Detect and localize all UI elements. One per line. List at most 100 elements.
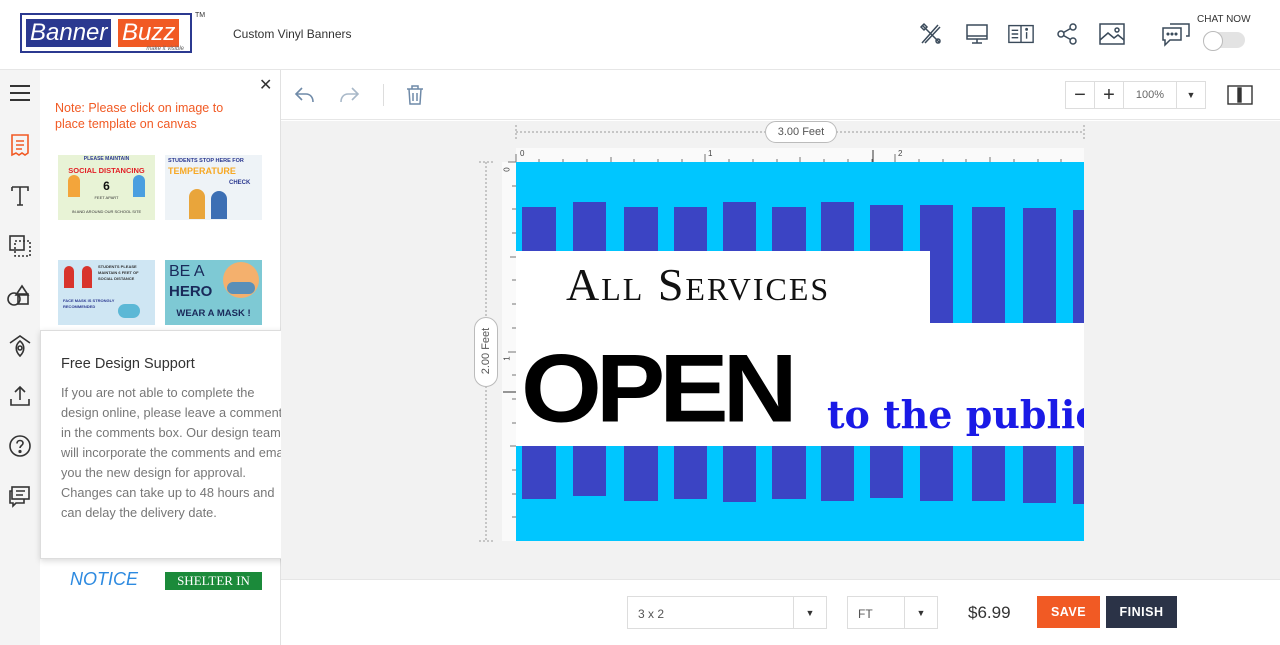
mask-shape: [227, 282, 255, 294]
design-support-popup: Free Design Support ✕ If you are not abl…: [40, 330, 310, 559]
comments-icon[interactable]: [6, 482, 34, 510]
template-thumb-social-distancing[interactable]: PLEASE MAINTAIN SOCIAL DISTANCING 6 FEET…: [58, 155, 155, 220]
unit-select[interactable]: FT ▼: [847, 596, 938, 629]
template-icon[interactable]: [6, 131, 34, 159]
figure-shape: [189, 189, 205, 219]
brand-logo[interactable]: Banner Buzz make it visible: [20, 13, 192, 53]
decor-bar: [624, 446, 658, 501]
share-icon[interactable]: [1053, 20, 1081, 48]
finish-button[interactable]: FINISH: [1106, 596, 1177, 628]
close-icon[interactable]: ✕: [259, 77, 272, 95]
banner-text-to-the-public[interactable]: to the public: [827, 393, 1084, 437]
chat-icon[interactable]: [1160, 20, 1192, 48]
left-tool-rail: [0, 70, 40, 645]
zoom-out-button[interactable]: −: [1066, 82, 1095, 108]
upload-icon[interactable]: [6, 382, 34, 410]
decor-bar: [1073, 446, 1084, 504]
decor-bar: [870, 446, 903, 498]
panel-note: Note: Please click on image to place tem…: [55, 101, 224, 131]
image-gallery-icon[interactable]: [1098, 20, 1126, 48]
decor-bar: [573, 446, 606, 496]
chevron-down-icon[interactable]: ▼: [1177, 82, 1205, 108]
zoom-control: − + 100% ▼: [1065, 81, 1206, 109]
help-icon[interactable]: [6, 432, 34, 460]
bottom-bar: 3 x 2 ▼ FT ▼ $6.99 SAVE FINISH: [281, 579, 1280, 645]
thumb-text: IN AND AROUND OUR SCHOOL SITE: [71, 209, 142, 214]
figure-shape: [64, 266, 74, 288]
thumb-text: STUDENTS PLEASE MAINTAIN 6 FEET OF SOCIA…: [98, 264, 139, 281]
ruler-x-label: 0: [520, 149, 525, 158]
figure-shape: [68, 175, 80, 197]
banner-size-select[interactable]: 3 x 2 ▼: [627, 596, 827, 629]
chevron-down-icon[interactable]: ▼: [793, 597, 826, 628]
logo-banner-text: Banner: [26, 19, 112, 47]
menu-icon[interactable]: [6, 79, 34, 107]
design-workspace: 0 1 2 0 1 3.00 Feet 2.00 Feet All Servic…: [281, 121, 1280, 579]
thumb-text: WEAR A MASK !: [176, 308, 251, 319]
decor-bar: [772, 446, 806, 499]
banner-text-all-services[interactable]: All Services: [566, 258, 830, 312]
decor-bar: [972, 446, 1005, 501]
thumb-text: NOTICE: [70, 569, 139, 589]
toolbar-divider: [383, 84, 384, 106]
size-value: 3 x 2: [638, 607, 665, 621]
chat-now-label: CHAT NOW: [1197, 14, 1251, 25]
decor-bar: [821, 202, 854, 251]
thumb-text: STUDENTS STOP HERE FOR: [168, 158, 244, 164]
figure-shape: [82, 266, 92, 288]
logo-buzz-text: Buzz: [118, 19, 180, 47]
figure-shape: [211, 191, 227, 219]
undo-icon[interactable]: [292, 82, 318, 108]
layers-icon[interactable]: [6, 232, 34, 260]
decor-bar: [1073, 210, 1084, 323]
decor-bar: [573, 202, 606, 251]
chat-toggle[interactable]: [1203, 31, 1245, 51]
template-thumb-temperature[interactable]: STUDENTS STOP HERE FOR TEMPERATURE CHECK: [165, 155, 262, 220]
delete-icon[interactable]: [402, 82, 428, 108]
chevron-down-icon[interactable]: ▼: [904, 597, 937, 628]
width-dimension-label: 3.00 Feet: [765, 121, 837, 143]
figure-shape: [133, 175, 145, 197]
template-thumb-be-a-hero[interactable]: BE A HERO WEAR A MASK !: [165, 260, 262, 325]
panel-toggle-icon[interactable]: [1227, 82, 1253, 108]
thumb-text: TEMPERATURE: [168, 166, 236, 176]
logo-trademark: TM: [195, 12, 206, 19]
height-dimension-label: 2.00 Feet: [480, 327, 492, 375]
banner-text-open[interactable]: OPEN: [521, 338, 798, 440]
popup-body: If you are not able to complete the desi…: [61, 385, 290, 520]
thumb-text: SHELTER IN: [177, 573, 250, 588]
decor-bar: [772, 207, 806, 251]
design-tools-icon[interactable]: [917, 20, 945, 48]
thumb-text: PLEASE MAINTAIN: [83, 156, 130, 162]
decor-bar: [870, 205, 903, 251]
thumb-text: SOCIAL DISTANCING: [68, 166, 145, 175]
decor-bar: [1023, 446, 1056, 503]
template-thumb-face-mask[interactable]: STUDENTS PLEASE MAINTAIN 6 FEET OF SOCIA…: [58, 260, 155, 325]
mask-shape: [118, 304, 140, 318]
clipart-icon[interactable]: [6, 332, 34, 360]
decor-bar: [1023, 208, 1056, 323]
ruler-x-label: 2: [898, 149, 903, 158]
ruler-x-label: 1: [708, 149, 713, 158]
save-button[interactable]: SAVE: [1037, 596, 1100, 628]
redo-icon[interactable]: [336, 82, 362, 108]
banner-canvas[interactable]: All Services OPEN to the public: [516, 162, 1084, 541]
ruler-y-label: 1: [502, 356, 512, 361]
decor-bar: [674, 207, 707, 251]
decor-bar: [522, 207, 556, 251]
zoom-value[interactable]: 100%: [1124, 82, 1177, 108]
thumb-text: FACE MASK IS STRONGLY RECOMMENDED: [63, 298, 115, 309]
editor-toolbar: − + 100% ▼: [281, 70, 1280, 120]
template-thumb-notice[interactable]: NOTICE: [58, 565, 155, 595]
preview-icon[interactable]: [963, 20, 991, 48]
text-icon[interactable]: [6, 182, 34, 210]
height-dimension-pill: 2.00 Feet: [474, 317, 498, 387]
decor-bar: [920, 446, 953, 501]
shapes-icon[interactable]: [6, 282, 34, 310]
template-thumb-shelter-in-place[interactable]: SHELTER IN: [165, 572, 262, 590]
zoom-in-button[interactable]: +: [1095, 82, 1124, 108]
decor-bar: [624, 207, 658, 251]
product-info-icon[interactable]: [1007, 20, 1035, 48]
decor-bar: [674, 446, 707, 499]
logo-tagline: make it visible: [146, 46, 184, 52]
